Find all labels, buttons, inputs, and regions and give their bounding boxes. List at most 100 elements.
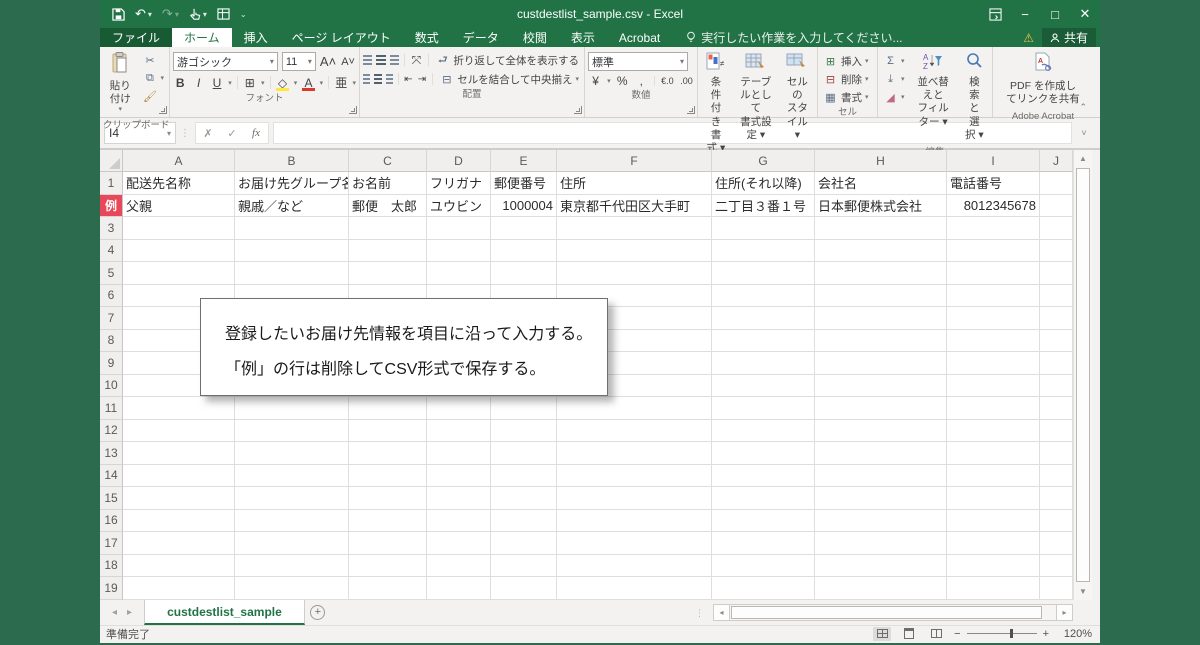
warning-icon[interactable]: ⚠ [1023,31,1034,45]
cell-A11[interactable] [123,397,235,420]
cell-I14[interactable] [947,464,1040,487]
cell-A13[interactable] [123,442,235,465]
cell-E1[interactable]: 郵便番号 [491,172,557,195]
cell-D4[interactable] [427,239,491,262]
cell-I10[interactable] [947,374,1040,397]
cell-B3[interactable] [235,217,349,240]
increase-indent-icon[interactable]: ⇥ [417,74,427,85]
font-color-icon[interactable]: A [301,76,316,91]
cell-B13[interactable] [235,442,349,465]
cell-G6[interactable] [712,284,815,307]
cell-B15[interactable] [235,487,349,510]
row-header-10[interactable]: 10 [100,374,123,397]
cell-C15[interactable] [349,487,427,510]
cell-I17[interactable] [947,532,1040,555]
row-header-13[interactable]: 13 [100,442,123,465]
cell-H18[interactable] [815,554,947,577]
cell-A14[interactable] [123,464,235,487]
cell-G12[interactable] [712,419,815,442]
cell-I9[interactable] [947,352,1040,375]
cell-B1[interactable]: お届け先グループ名 [235,172,349,195]
scroll-left-icon[interactable]: ◂ [713,604,730,621]
row-header-12[interactable]: 12 [100,419,123,442]
phonetic-guide-icon[interactable]: 亜 [334,74,348,91]
column-header-I[interactable]: I [947,150,1040,172]
ribbon-display-options-icon[interactable] [980,0,1010,28]
cell-G13[interactable] [712,442,815,465]
cell-J7[interactable] [1040,307,1073,330]
sheet-tab-active[interactable]: custdestlist_sample [144,600,305,625]
tab-scroll-splitter[interactable]: ⋮ [695,608,705,619]
cell-J19[interactable] [1040,577,1073,600]
cell-A12[interactable] [123,419,235,442]
font-size-select[interactable]: 11 ▾ [281,52,316,71]
cell-F15[interactable] [557,487,712,510]
column-header-C[interactable]: C [349,150,427,172]
cell-D17[interactable] [427,532,491,555]
cell-A18[interactable] [123,554,235,577]
column-header-D[interactable]: D [427,150,491,172]
font-name-select[interactable]: 游ゴシック ▾ [173,52,278,71]
cell-G18[interactable] [712,554,815,577]
cell-C3[interactable] [349,217,427,240]
cell-I例[interactable]: 8012345678 [947,194,1040,217]
cell-I11[interactable] [947,397,1040,420]
alignment-dialog-launcher-icon[interactable] [574,106,582,114]
cell-J5[interactable] [1040,262,1073,285]
row-header-4[interactable]: 4 [100,239,123,262]
cell-C5[interactable] [349,262,427,285]
underline-button[interactable]: U [210,76,224,90]
cell-B18[interactable] [235,554,349,577]
cell-J12[interactable] [1040,419,1073,442]
cell-J9[interactable] [1040,352,1073,375]
zoom-in-icon[interactable]: + [1043,628,1049,640]
cell-F11[interactable] [557,397,712,420]
tab-home[interactable]: ホーム [172,28,232,47]
cell-E4[interactable] [491,239,557,262]
cell-D19[interactable] [427,577,491,600]
decrease-indent-icon[interactable]: ⇤ [404,74,414,85]
column-header-H[interactable]: H [815,150,947,172]
cell-B19[interactable] [235,577,349,600]
row-header-5[interactable]: 5 [100,262,123,285]
cell-D16[interactable] [427,509,491,532]
cell-G15[interactable] [712,487,815,510]
cell-B11[interactable] [235,397,349,420]
normal-view-button[interactable] [873,626,892,641]
cell-A3[interactable] [123,217,235,240]
row-header-17[interactable]: 17 [100,532,123,555]
conditional-formatting-button[interactable]: ≠ 条件付き 書式 ▾ [701,49,731,158]
cell-F例[interactable]: 東京都千代田区大手町 [557,194,712,217]
formula-bar-splitter[interactable]: ⋮ [180,128,191,139]
cell-E16[interactable] [491,509,557,532]
cell-G8[interactable] [712,329,815,352]
cell-B17[interactable] [235,532,349,555]
cell-J8[interactable] [1040,329,1073,352]
cell-G11[interactable] [712,397,815,420]
cell-F4[interactable] [557,239,712,262]
cell-G14[interactable] [712,464,815,487]
cell-C16[interactable] [349,509,427,532]
cell-E5[interactable] [491,262,557,285]
cell-G例[interactable]: 二丁目３番１号 [712,194,815,217]
zoom-out-icon[interactable]: − [954,628,960,640]
clear-icon[interactable]: ◢ ▾ [881,89,907,105]
insert-cells-button[interactable]: ⊞ 挿入 ▾ [821,53,874,69]
cell-F13[interactable] [557,442,712,465]
cell-F5[interactable] [557,262,712,285]
cell-F3[interactable] [557,217,712,240]
share-button[interactable]: 共有 [1041,28,1096,47]
cell-C17[interactable] [349,532,427,555]
cell-G1[interactable]: 住所(それ以降) [712,172,815,195]
cell-B12[interactable] [235,419,349,442]
cell-I16[interactable] [947,509,1040,532]
row-header-1[interactable]: 1 [100,172,123,195]
cell-E14[interactable] [491,464,557,487]
find-select-button[interactable]: 検索と 選択 ▾ [960,49,989,145]
cell-B14[interactable] [235,464,349,487]
cell-B5[interactable] [235,262,349,285]
page-layout-view-button[interactable] [900,627,918,641]
cell-A16[interactable] [123,509,235,532]
fill-color-icon[interactable]: ◇ [275,76,290,91]
cell-C18[interactable] [349,554,427,577]
